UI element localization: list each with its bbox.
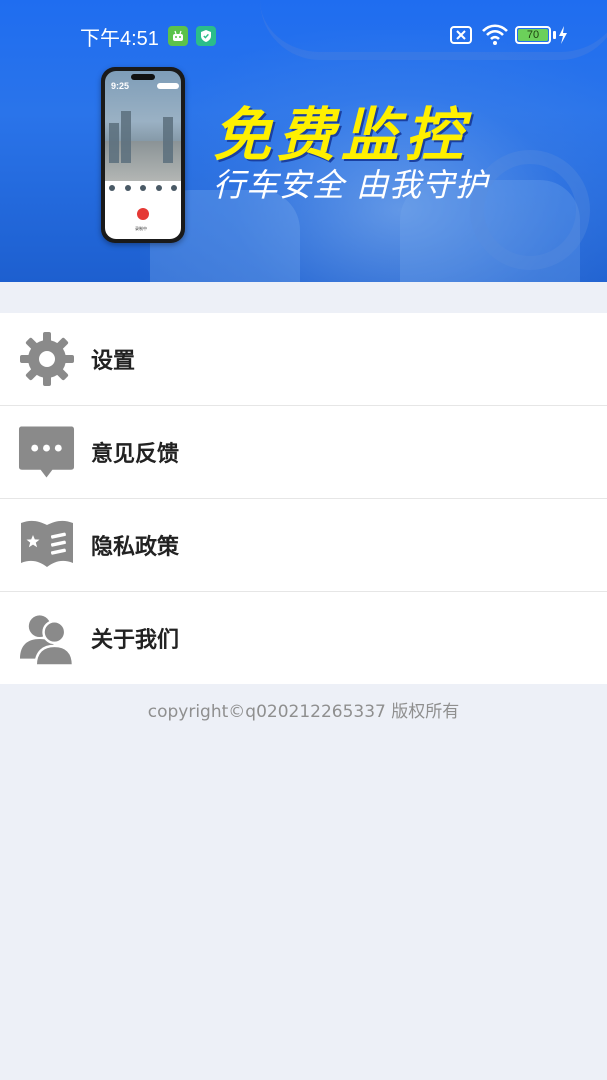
menu-item-label: 隐私政策	[91, 535, 180, 560]
menu-item-label: 意见反馈	[91, 442, 180, 467]
battery-icon: 70	[515, 26, 551, 44]
menu-item-about-us[interactable]: 关于我们	[0, 592, 607, 684]
android-icon	[168, 26, 188, 46]
phone-building	[109, 123, 119, 163]
battery-tip	[553, 31, 556, 39]
battery-level: 70	[518, 29, 548, 41]
banner-headline: 免费监控	[213, 101, 470, 169]
menu-item-label: 关于我们	[91, 628, 180, 653]
phone-notch	[131, 74, 155, 80]
settings-menu: 设置 意见反馈 隐私政策 关于我们	[0, 313, 607, 684]
top-banner: 下午4:51 70 9:25 录制中 免费监控 行车安全 由我守护	[0, 0, 607, 282]
menu-item-settings[interactable]: 设置	[0, 313, 607, 406]
gear-icon	[18, 331, 75, 388]
banner-subheadline: 行车安全 由我守护	[213, 166, 489, 204]
menu-item-privacy-policy[interactable]: 隐私政策	[0, 499, 607, 592]
no-sim-icon	[450, 26, 472, 44]
wifi-icon	[482, 24, 508, 50]
phone-icon-row	[109, 185, 177, 191]
chat-bubble-icon	[18, 424, 75, 481]
shield-icon	[196, 26, 216, 46]
copyright-text: copyright©q020212265337 版权所有	[147, 702, 460, 722]
charging-icon	[558, 26, 568, 48]
phone-pill	[157, 83, 179, 89]
phone-screen: 9:25 录制中	[105, 71, 181, 239]
status-time: 下午4:51	[80, 28, 159, 50]
phone-time: 9:25	[111, 81, 130, 91]
users-icon	[18, 610, 75, 667]
phone-building	[121, 111, 131, 163]
status-bar: 下午4:51 70	[0, 18, 607, 54]
policy-book-icon	[18, 517, 75, 574]
phone-mockup-image: 9:25 录制中	[101, 67, 185, 243]
menu-item-feedback[interactable]: 意见反馈	[0, 406, 607, 499]
record-dot-icon	[137, 208, 149, 220]
menu-item-label: 设置	[91, 349, 136, 374]
phone-record-label: 录制中	[135, 226, 147, 231]
phone-building	[163, 117, 173, 163]
